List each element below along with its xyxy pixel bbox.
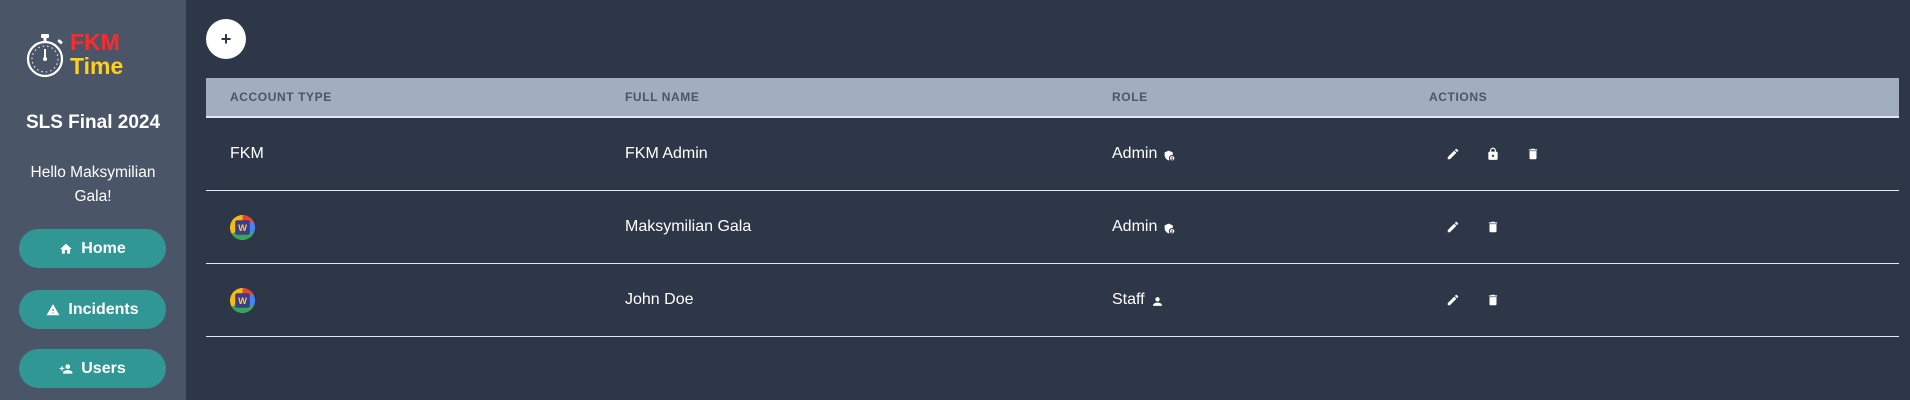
header-full-name[interactable]: FULL NAME bbox=[625, 90, 1112, 104]
admin-shield-icon bbox=[1164, 150, 1175, 160]
table-row: W Maksymilian Gala Admin bbox=[206, 191, 1899, 264]
home-icon bbox=[60, 243, 73, 254]
svg-text:W: W bbox=[238, 223, 247, 233]
role-cell: Admin bbox=[1112, 145, 1429, 163]
delete-button[interactable] bbox=[1513, 138, 1553, 170]
delete-button[interactable] bbox=[1473, 211, 1513, 243]
edit-icon bbox=[1447, 148, 1459, 160]
actions-cell bbox=[1429, 284, 1899, 316]
reset-password-button[interactable] bbox=[1473, 138, 1513, 170]
role-label: Staff bbox=[1112, 291, 1145, 308]
full-name-cell: FKM Admin bbox=[625, 145, 708, 162]
brand-line-2: Time bbox=[70, 53, 124, 79]
greeting-text: Hello Maksymilian Gala! bbox=[30, 164, 156, 205]
table-row: W John Doe Staff bbox=[206, 264, 1899, 337]
provider-logo-icon: W bbox=[230, 214, 255, 240]
edit-icon bbox=[1447, 294, 1459, 306]
full-name-cell: John Doe bbox=[625, 291, 694, 308]
app-logo[interactable]: FKM Time bbox=[26, 30, 142, 82]
header-account-type[interactable]: ACCOUNT TYPE bbox=[206, 90, 625, 104]
full-name-cell: Maksymilian Gala bbox=[625, 218, 752, 235]
sidebar: FKM Time SLS Final 2024 Hello Maksymilia… bbox=[0, 0, 186, 400]
nav-incidents-button[interactable]: Incidents bbox=[19, 290, 166, 329]
brand-wordmark: FKM Time bbox=[70, 30, 123, 78]
edit-button[interactable] bbox=[1433, 138, 1473, 170]
header-role[interactable]: ROLE bbox=[1112, 90, 1429, 104]
nav-users-label: Users bbox=[81, 359, 126, 377]
svg-text:W: W bbox=[238, 296, 247, 306]
actions-cell bbox=[1429, 138, 1899, 170]
account-type-cell: W bbox=[206, 287, 625, 313]
table-header: ACCOUNT TYPE FULL NAME ROLE ACTIONS bbox=[206, 78, 1899, 118]
event-title: SLS Final 2024 bbox=[25, 112, 161, 133]
delete-icon bbox=[1488, 294, 1498, 306]
account-type-cell: FKM bbox=[230, 145, 264, 162]
role-cell: Admin bbox=[1112, 218, 1429, 236]
role-cell: Staff bbox=[1112, 291, 1429, 309]
brand-line-1: FKM bbox=[70, 29, 120, 55]
nav-home-label: Home bbox=[81, 239, 126, 257]
nav-users-button[interactable]: Users bbox=[19, 349, 166, 388]
edit-icon bbox=[1447, 221, 1459, 233]
edit-button[interactable] bbox=[1433, 284, 1473, 316]
lock-icon bbox=[1488, 147, 1498, 160]
user-add-icon bbox=[59, 363, 73, 374]
warning-icon bbox=[46, 303, 60, 315]
header-actions: ACTIONS bbox=[1429, 90, 1488, 104]
users-table: ACCOUNT TYPE FULL NAME ROLE ACTIONS FKM … bbox=[206, 78, 1899, 337]
add-user-button[interactable]: + bbox=[206, 19, 246, 59]
stopwatch-icon bbox=[26, 34, 64, 78]
delete-button[interactable] bbox=[1473, 284, 1513, 316]
nav-home-button[interactable]: Home bbox=[19, 229, 166, 268]
role-label: Admin bbox=[1112, 145, 1158, 162]
account-type-cell: W bbox=[206, 214, 625, 240]
role-label: Admin bbox=[1112, 218, 1158, 235]
person-icon bbox=[1152, 296, 1162, 306]
delete-icon bbox=[1528, 148, 1538, 160]
provider-logo-icon: W bbox=[230, 287, 255, 313]
delete-icon bbox=[1488, 221, 1498, 233]
table-row: FKM FKM Admin Admin bbox=[206, 118, 1899, 191]
edit-button[interactable] bbox=[1433, 211, 1473, 243]
admin-shield-icon bbox=[1164, 223, 1175, 233]
nav-incidents-label: Incidents bbox=[68, 300, 139, 318]
actions-cell bbox=[1429, 211, 1899, 243]
